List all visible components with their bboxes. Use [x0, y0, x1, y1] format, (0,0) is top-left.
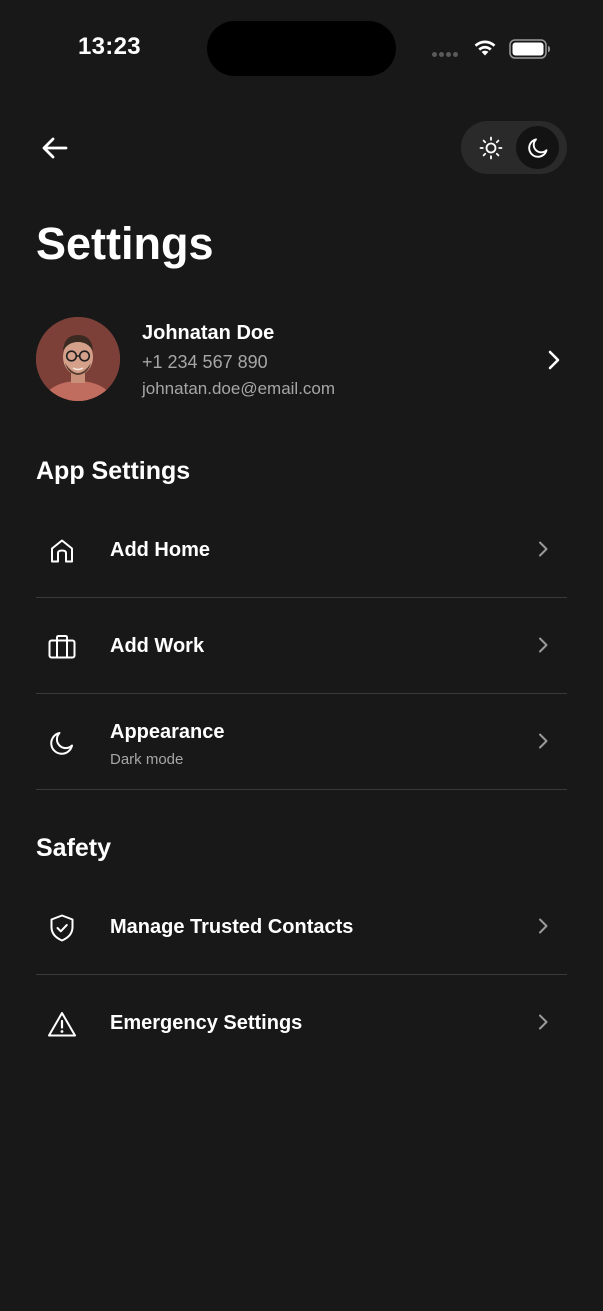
list-item-emergency-settings[interactable]: Emergency Settings: [36, 975, 567, 1071]
chevron-right-icon: [547, 349, 561, 376]
chevron-right-icon: [537, 540, 549, 563]
battery-icon: [509, 39, 551, 64]
section-title-app-settings: App Settings: [36, 457, 191, 485]
briefcase-icon: [46, 631, 78, 663]
dark-mode-option[interactable]: [516, 126, 559, 169]
list-item-label: Add Work: [110, 635, 205, 657]
warning-icon: [46, 1008, 78, 1040]
profile-email: johnatan.doe@email.com: [142, 379, 336, 398]
moon-icon: [527, 137, 547, 158]
profile-name: Johnatan Doe: [142, 322, 275, 344]
list-item-add-work[interactable]: Add Work: [36, 598, 567, 694]
dynamic-island: [207, 21, 396, 76]
status-time: 13:23: [78, 33, 141, 60]
profile-card[interactable]: Johnatan Doe +1 234 567 890 johnatan.doe…: [36, 317, 567, 405]
sun-icon: [479, 136, 502, 159]
list-item-sublabel: Dark mode: [110, 751, 184, 768]
list-item-appearance[interactable]: Appearance Dark mode: [36, 694, 567, 790]
shield-check-icon: [46, 912, 78, 944]
list-item-add-home[interactable]: Add Home: [36, 502, 567, 598]
theme-toggle[interactable]: [461, 121, 567, 174]
moon-icon: [46, 727, 78, 759]
avatar: [36, 317, 120, 401]
page-title: Settings: [36, 218, 214, 269]
list-item-label: Add Home: [110, 539, 210, 561]
chevron-right-icon: [537, 1013, 549, 1036]
section-title-safety: Safety: [36, 834, 112, 862]
chevron-right-icon: [537, 732, 549, 755]
back-button[interactable]: [36, 130, 72, 166]
chevron-right-icon: [537, 917, 549, 940]
profile-phone: +1 234 567 890: [142, 352, 268, 372]
list-item-manage-trusted-contacts[interactable]: Manage Trusted Contacts: [36, 879, 567, 975]
list-item-label: Manage Trusted Contacts: [110, 916, 354, 938]
status-bar: 13:23: [0, 0, 603, 96]
chevron-right-icon: [537, 636, 549, 659]
cellular-signal-icon: [432, 52, 458, 57]
arrow-left-icon: [42, 137, 68, 159]
light-mode-option[interactable]: [469, 126, 512, 169]
list-item-label: Appearance: [110, 721, 225, 743]
list-item-label: Emergency Settings: [110, 1012, 303, 1034]
wifi-icon: [472, 37, 498, 62]
home-icon: [46, 535, 78, 567]
